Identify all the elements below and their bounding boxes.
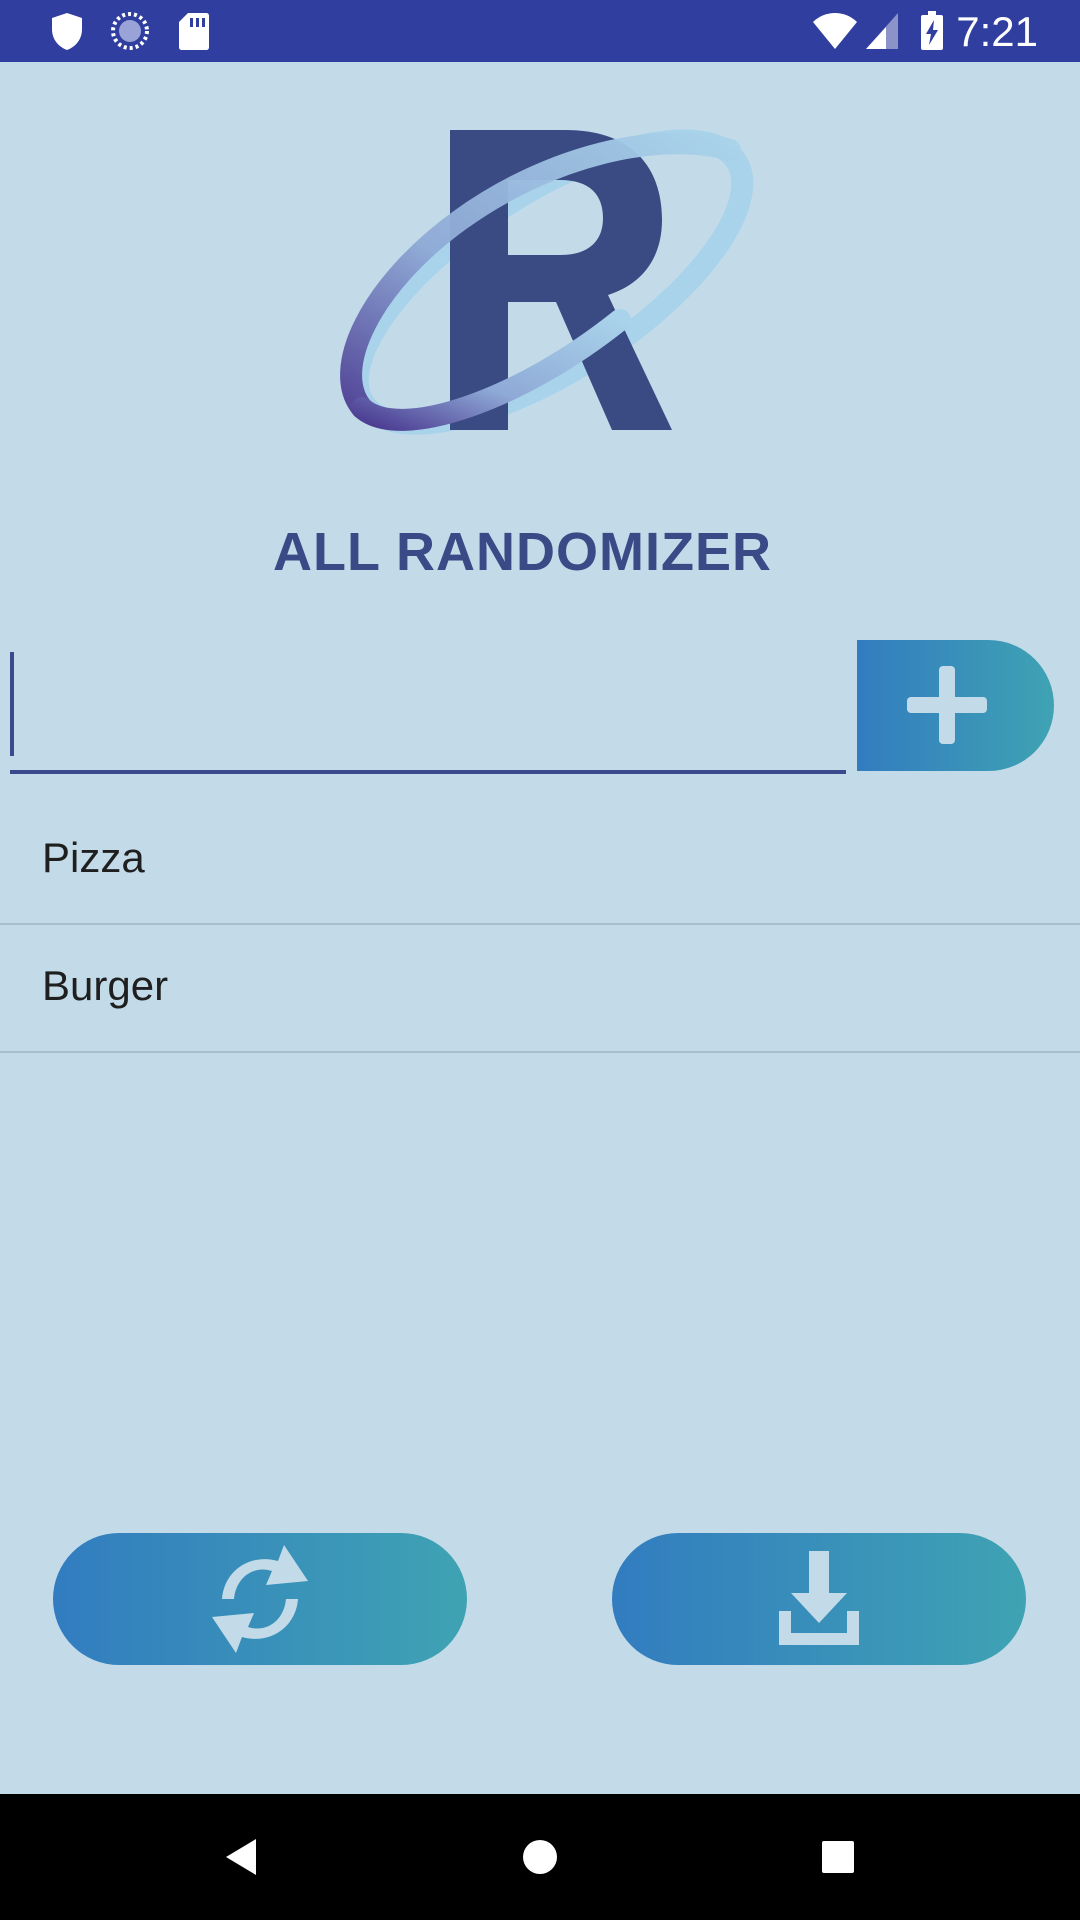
shield-icon (52, 13, 82, 50)
list-item-label: Pizza (42, 834, 145, 881)
shuffle-icon (212, 1545, 308, 1653)
item-input[interactable] (10, 640, 846, 774)
item-list: Pizza Burger (0, 797, 1080, 1053)
list-item-label: Burger (42, 962, 169, 1009)
cell-signal-icon (866, 13, 898, 49)
wifi-icon (813, 13, 857, 49)
back-icon[interactable] (212, 1827, 272, 1887)
list-item[interactable]: Pizza (0, 797, 1080, 925)
download-icon (779, 1551, 859, 1645)
navigation-bar (0, 1794, 1080, 1920)
sd-card-icon (179, 13, 209, 50)
download-button[interactable] (612, 1533, 1026, 1665)
list-item[interactable]: Burger (0, 925, 1080, 1053)
app-title: ALL RANDOMIZER (273, 522, 772, 582)
shuffle-button[interactable] (53, 1533, 467, 1665)
sync-icon (111, 12, 149, 50)
text-cursor (10, 652, 14, 756)
plus-icon (907, 666, 987, 744)
recents-icon[interactable] (808, 1827, 868, 1887)
status-bar: 7:21 (0, 0, 1080, 62)
battery-charging-icon (921, 11, 943, 50)
add-item-button[interactable] (857, 640, 1054, 771)
home-icon[interactable] (510, 1827, 570, 1887)
status-time: 7:21 (956, 8, 1038, 55)
app-logo (340, 129, 754, 435)
item-input-row (10, 640, 846, 780)
